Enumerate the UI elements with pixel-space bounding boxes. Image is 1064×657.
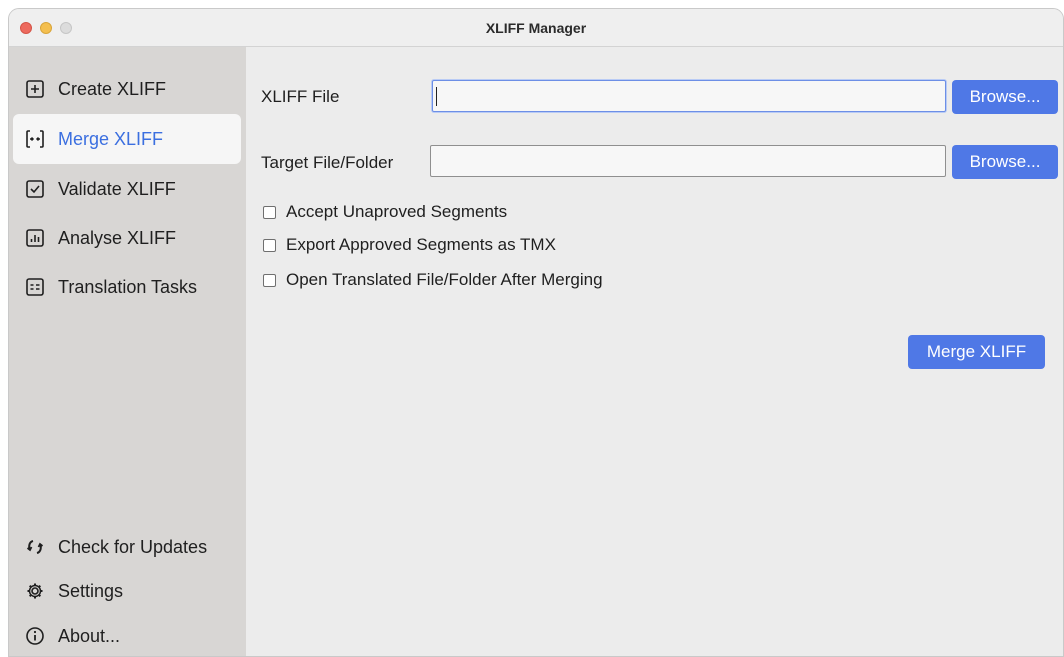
option-label: Export Approved Segments as TMX: [286, 235, 556, 254]
sidebar-item-translation-tasks[interactable]: Translation Tasks: [13, 262, 241, 312]
xliff-file-input[interactable]: [432, 80, 946, 112]
app-window: XLIFF Manager Create XLIFF Merge XLIFF V…: [8, 8, 1064, 657]
check-square-icon: [25, 179, 45, 199]
text-caret: [436, 87, 437, 106]
sidebar-item-merge-xliff[interactable]: Merge XLIFF: [13, 114, 241, 164]
option-label: Accept Unaproved Segments: [286, 202, 508, 221]
gear-icon: [25, 581, 45, 601]
merge-xliff-button[interactable]: Merge XLIFF: [908, 335, 1045, 369]
merge-icon: [25, 129, 45, 149]
sidebar-item-label: Settings: [58, 580, 124, 601]
browse-target-button[interactable]: Browse...: [952, 145, 1058, 179]
tasks-icon: [25, 277, 45, 297]
open-after-merge-checkbox[interactable]: [263, 273, 276, 287]
option-label: Open Translated File/Folder After Mergin…: [286, 270, 603, 289]
main-panel: XLIFF File Browse... Target File/Folder …: [246, 47, 1063, 656]
about-item[interactable]: About...: [13, 611, 241, 656]
accept-unapproved-option[interactable]: Accept Unaproved Segments: [263, 202, 507, 222]
sidebar-item-label: About...: [58, 625, 121, 646]
sidebar-item-validate-xliff[interactable]: Validate XLIFF: [13, 164, 241, 214]
sidebar-item-label: Validate XLIFF: [58, 178, 176, 199]
xliff-file-label: XLIFF File: [261, 87, 340, 106]
check-for-updates-item[interactable]: Check for Updates: [13, 522, 241, 572]
settings-item[interactable]: Settings: [13, 566, 241, 616]
bar-chart-icon: [25, 228, 45, 248]
accept-unapproved-checkbox[interactable]: [263, 205, 276, 219]
browse-xliff-button[interactable]: Browse...: [952, 80, 1058, 114]
export-tmx-option[interactable]: Export Approved Segments as TMX: [263, 235, 556, 255]
target-file-input[interactable]: [430, 145, 946, 177]
open-after-merge-option[interactable]: Open Translated File/Folder After Mergin…: [263, 270, 603, 290]
export-tmx-checkbox[interactable]: [263, 238, 276, 252]
sidebar-item-label: Merge XLIFF: [58, 128, 164, 149]
refresh-icon: [25, 537, 45, 557]
sidebar-item-create-xliff[interactable]: Create XLIFF: [13, 64, 241, 114]
sidebar-item-label: Translation Tasks: [58, 276, 198, 297]
window-title: XLIFF Manager: [485, 20, 587, 36]
sidebar-item-analyse-xliff[interactable]: Analyse XLIFF: [13, 213, 241, 263]
title-bar: XLIFF Manager: [9, 9, 1063, 47]
info-icon: [25, 626, 45, 646]
sidebar-item-label: Check for Updates: [58, 536, 208, 557]
target-file-label: Target File/Folder: [261, 153, 394, 172]
plus-square-icon: [25, 79, 45, 99]
sidebar: Create XLIFF Merge XLIFF Validate XLIFF …: [9, 47, 246, 656]
sidebar-item-label: Analyse XLIFF: [58, 227, 177, 248]
sidebar-item-label: Create XLIFF: [58, 78, 167, 99]
